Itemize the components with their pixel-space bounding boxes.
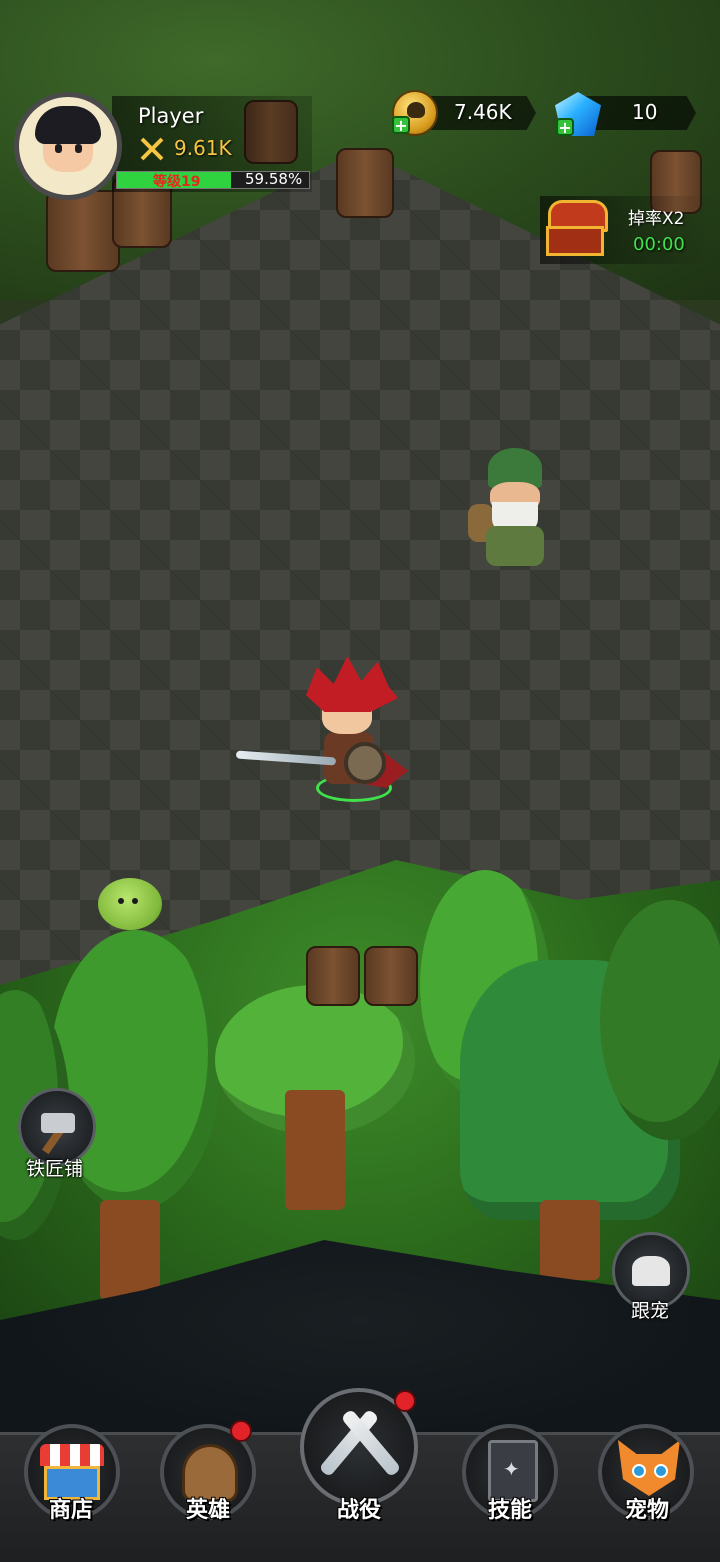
nav-pets-label: 宠物: [625, 1498, 670, 1523]
barrel: [46, 190, 120, 272]
pet-eye: [118, 898, 124, 904]
skull-icon: [407, 102, 425, 118]
stump: [306, 946, 360, 1006]
tree-trunk: [100, 1200, 160, 1300]
tree-trunk: [540, 1200, 600, 1280]
avatar-portrait: [33, 106, 103, 186]
gold-skull-coin-icon[interactable]: +: [392, 90, 438, 136]
nav-skills-label: 技能: [488, 1498, 533, 1523]
stump: [364, 946, 418, 1006]
crossed-swords-icon: [140, 137, 164, 161]
avatar-eye: [55, 144, 62, 153]
chest-body: [546, 226, 604, 256]
level-progress-bar: 等级19 59.58%: [116, 170, 310, 190]
shop-awning: [40, 1444, 104, 1466]
player-name: Player: [138, 104, 204, 128]
campaign-notification-dot: [394, 1390, 416, 1412]
pet-eye: [132, 898, 138, 904]
avatar-eye: [75, 144, 82, 153]
avatar-hair: [35, 106, 101, 144]
gem-amount: 10: [632, 100, 658, 124]
add-gem-icon[interactable]: +: [556, 118, 574, 136]
fox-eye: [654, 1464, 668, 1478]
hammer-icon: [41, 1113, 75, 1133]
blacksmith-label: 铁匠铺: [26, 1158, 84, 1180]
hero-sword: [235, 750, 337, 766]
level-label: 等级19: [153, 174, 201, 190]
follow-pet-label: 跟宠: [631, 1300, 670, 1322]
gnome-body: [486, 526, 544, 566]
rune-icon: ✦: [503, 1457, 520, 1481]
player-hero[interactable]: [235, 656, 416, 806]
level-progress-percent: 59.58%: [245, 170, 303, 188]
heroes-notification-dot: [230, 1420, 252, 1442]
drop-rate-label: 掉率X2: [628, 209, 685, 229]
bush-creature-pet[interactable]: [98, 878, 162, 930]
tree-trunk: [285, 1090, 345, 1210]
nav-campaign-label: 战役: [337, 1498, 382, 1523]
treasure-chest-icon[interactable]: [544, 200, 608, 258]
drop-rate-timer: 00:00: [633, 234, 685, 255]
hero-hair: [306, 656, 398, 712]
hand-icon: [632, 1256, 670, 1286]
stump: [336, 148, 394, 218]
fox-icon: [618, 1440, 680, 1496]
add-gold-icon[interactable]: +: [392, 116, 410, 134]
gold-amount: 7.46K: [454, 100, 512, 124]
player-avatar[interactable]: [14, 92, 122, 200]
nav-shop-label: 商店: [49, 1498, 94, 1523]
combat-power: 9.61K: [174, 136, 232, 160]
hero-shield: [344, 742, 386, 784]
fox-eye: [632, 1464, 646, 1478]
gnome-npc[interactable]: [468, 448, 560, 578]
nav-heroes-label: 英雄: [186, 1498, 231, 1523]
